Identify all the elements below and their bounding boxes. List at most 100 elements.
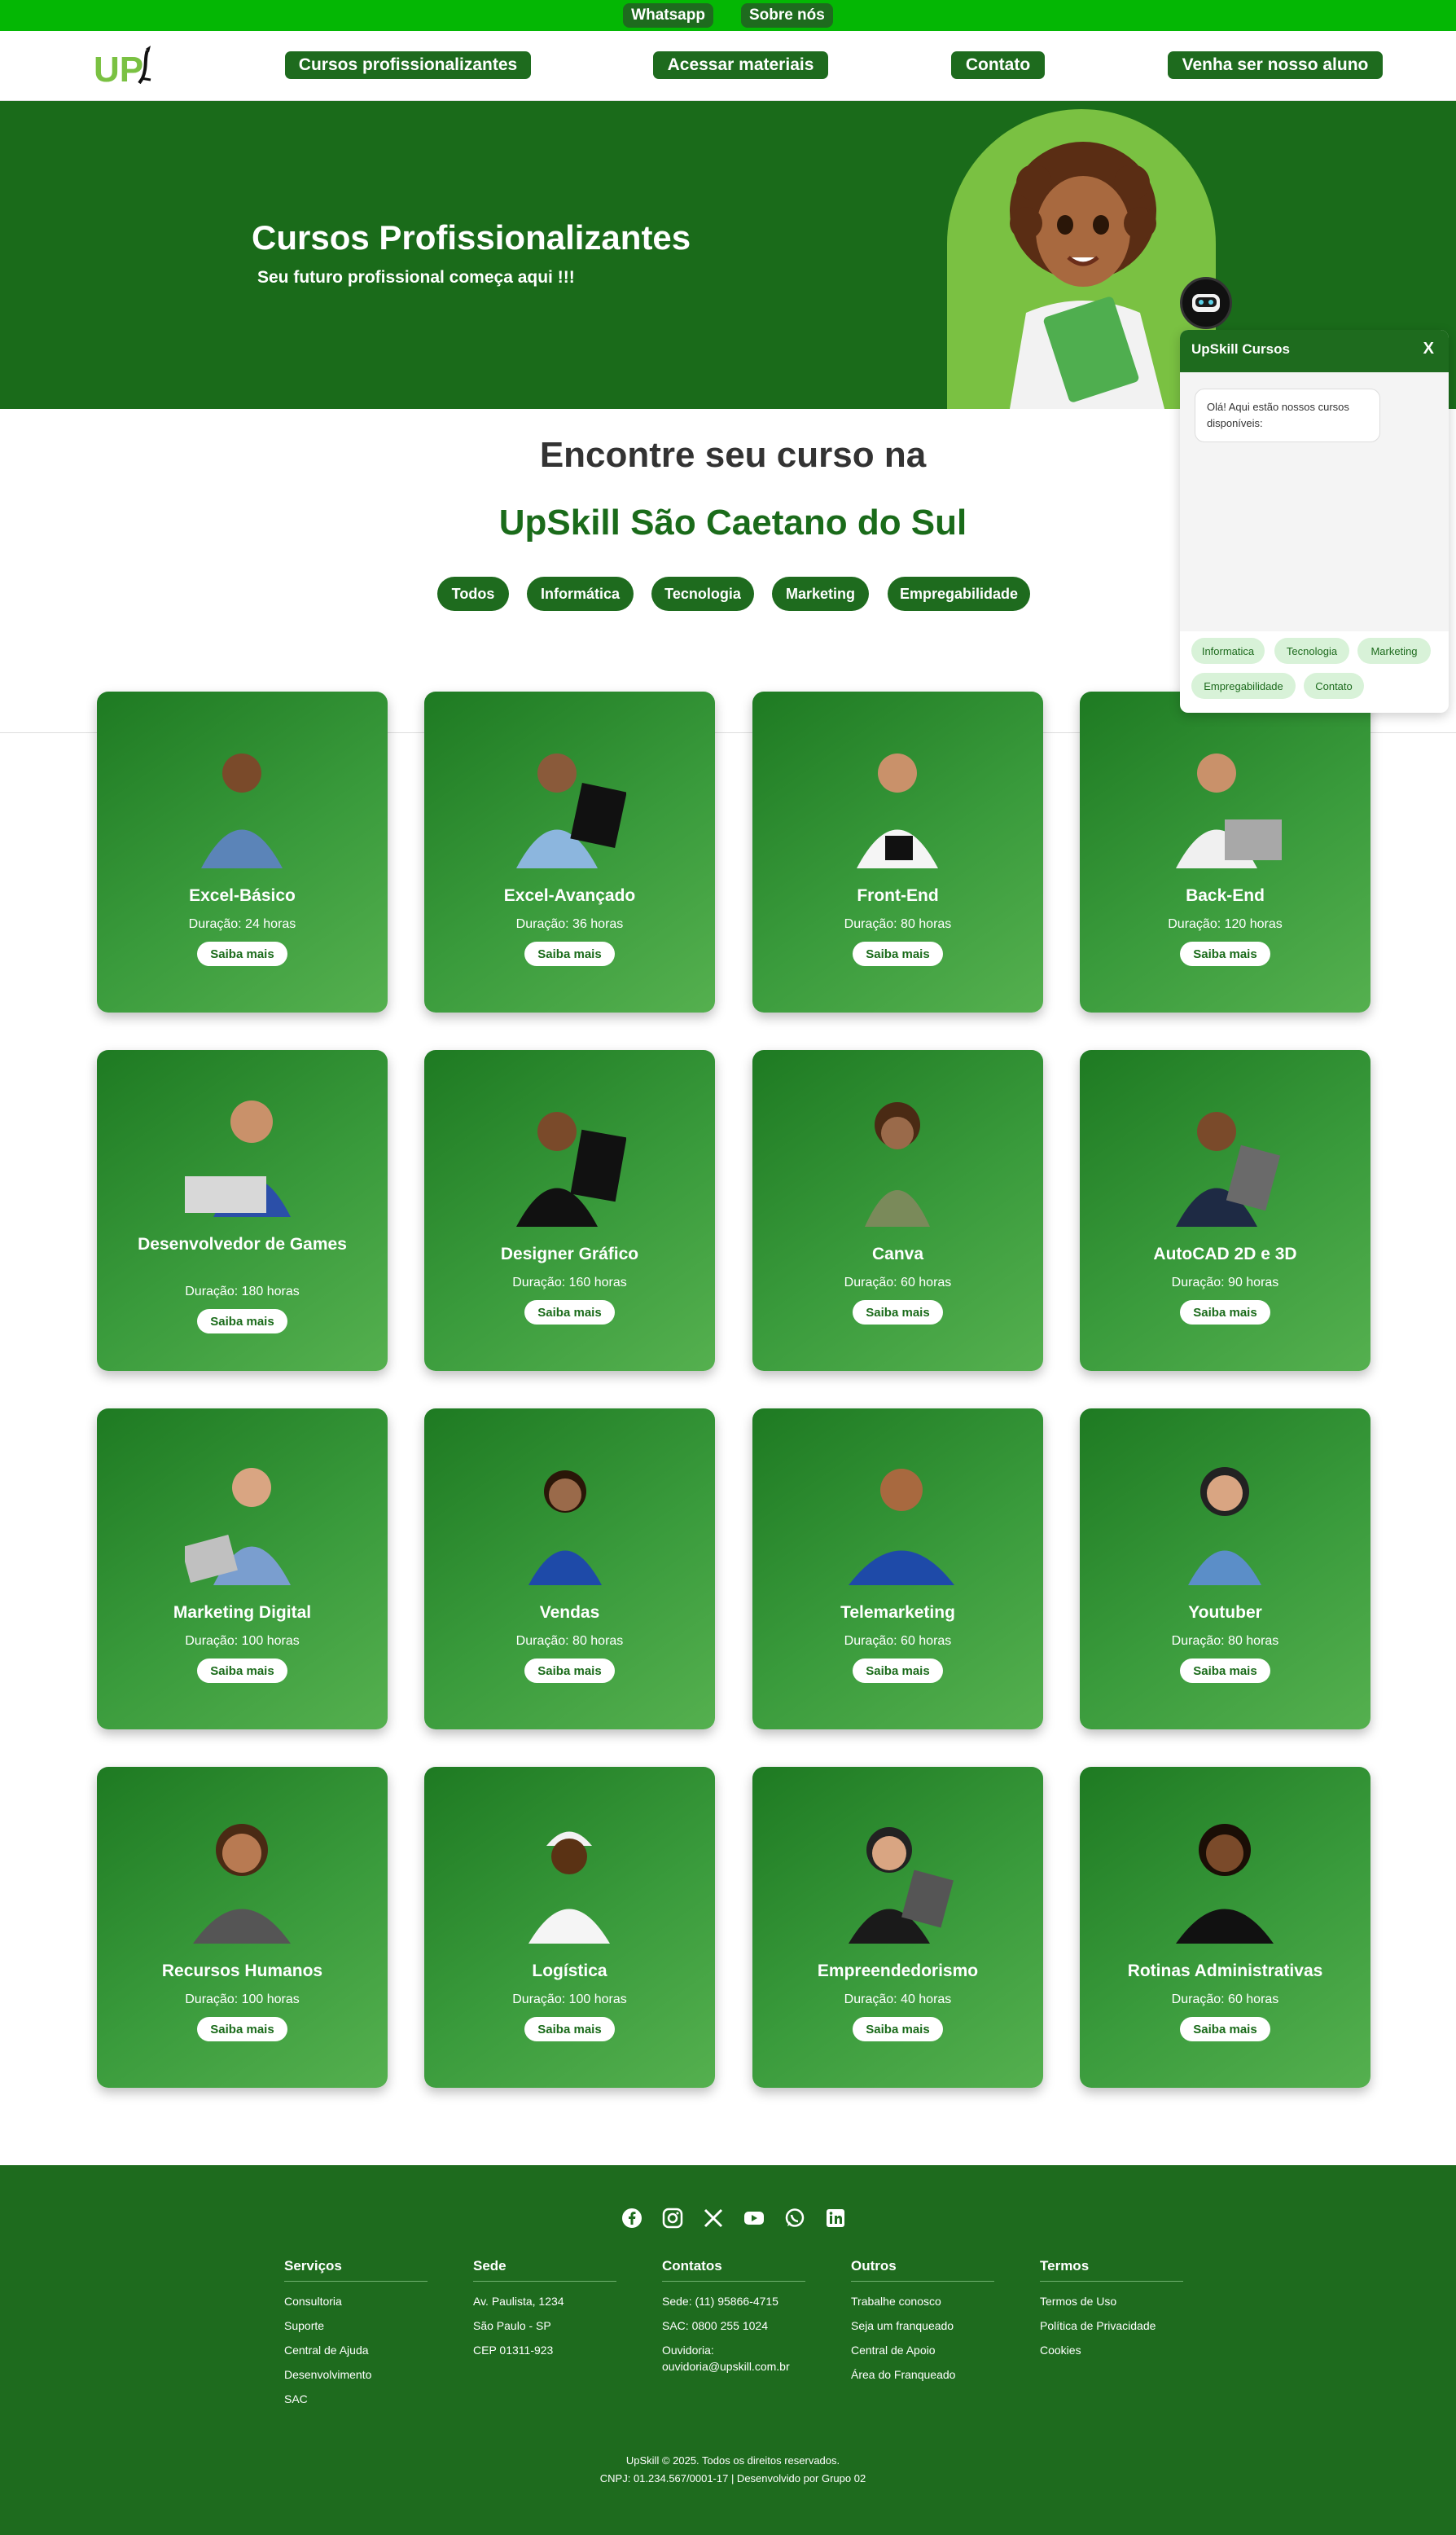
learn-more-button[interactable]: Saiba mais (197, 1309, 287, 1333)
footer-link[interactable]: Trabalhe conosco (851, 2293, 994, 2309)
chat-chip-contato[interactable]: Contato (1304, 673, 1364, 699)
filter-tecnologia[interactable]: Tecnologia (651, 577, 754, 611)
footer-text: São Paulo - SP (473, 2319, 551, 2332)
course-photo (516, 753, 626, 868)
copyright-text: UpSkill © 2025. Todos os direitos reserv… (625, 2454, 840, 2467)
footer-link[interactable]: Cookies (1040, 2342, 1183, 2358)
learn-more-button[interactable]: Saiba mais (197, 2017, 287, 2041)
learn-more-button[interactable]: Saiba mais (197, 942, 287, 966)
chat-messages[interactable]: Olá! Aqui estão nossos cursos disponívei… (1180, 372, 1449, 631)
course-title: Excel-Avançado (503, 886, 636, 905)
whatsapp-icon[interactable] (784, 2208, 805, 2229)
course-card[interactable]: Empreendedorismo Duração: 40 horas Saiba… (752, 1767, 1043, 2088)
filter-marketing[interactable]: Marketing (772, 577, 869, 611)
footer-column-contacts: Contatos Sede: (11) 95866-4715 SAC: 0800… (662, 2258, 805, 2383)
robot-icon (1192, 294, 1220, 312)
footer-link[interactable]: Central de Apoio (851, 2342, 994, 2358)
footer-text: SAC: 0800 255 1024 (662, 2319, 768, 2332)
course-duration: Duração: 100 horas (512, 1992, 627, 2006)
course-duration: Duração: 160 horas (512, 1276, 627, 1289)
footer-link[interactable]: Seja um franqueado (851, 2318, 994, 2334)
course-card[interactable]: Recursos Humanos Duração: 100 horas Saib… (97, 1767, 388, 2088)
footer-link[interactable]: Suporte (284, 2318, 428, 2334)
nav-courses[interactable]: Cursos profissionalizantes (285, 51, 531, 79)
chat-header: UpSkill Cursos X (1180, 330, 1449, 372)
course-duration: Duração: 40 horas (844, 1992, 952, 2006)
course-title: Vendas (539, 1603, 600, 1622)
footer-link[interactable]: Política de Privacidade (1040, 2318, 1183, 2334)
course-card[interactable]: Front-End Duração: 80 horas Saiba mais (752, 692, 1043, 1013)
learn-more-button[interactable]: Saiba mais (1180, 1300, 1270, 1325)
course-card[interactable]: Rotinas Administrativas Duração: 60 hora… (1080, 1767, 1370, 2088)
facebook-icon[interactable] (621, 2208, 642, 2229)
nav-materials[interactable]: Acessar materiais (653, 51, 828, 79)
learn-more-button[interactable]: Saiba mais (1180, 2017, 1270, 2041)
course-photo (516, 1112, 626, 1227)
learn-more-button[interactable]: Saiba mais (853, 1300, 943, 1325)
course-card[interactable]: Back-End Duração: 120 horas Saiba mais (1080, 692, 1370, 1013)
chatbot-toggle-button[interactable] (1180, 277, 1232, 329)
footer-link[interactable]: SAC (284, 2391, 428, 2407)
instagram-icon[interactable] (662, 2208, 683, 2229)
filter-all[interactable]: Todos (437, 577, 509, 611)
course-card[interactable]: Vendas Duração: 80 horas Saiba mais (424, 1408, 715, 1729)
footer-link[interactable]: Desenvolvimento (284, 2366, 428, 2383)
whatsapp-link[interactable]: Whatsapp (623, 3, 713, 28)
chat-chip-marketing[interactable]: Marketing (1357, 638, 1431, 664)
learn-more-button[interactable]: Saiba mais (853, 1659, 943, 1683)
footer-column-title: Contatos (662, 2258, 805, 2282)
linkedin-icon[interactable] (825, 2208, 846, 2229)
course-card[interactable]: Telemarketing Duração: 60 horas Saiba ma… (752, 1408, 1043, 1729)
course-title: Front-End (857, 886, 939, 905)
chat-close-button[interactable]: X (1423, 340, 1434, 358)
filter-empregabilidade[interactable]: Empregabilidade (888, 577, 1030, 611)
course-card[interactable]: Canva Duração: 60 horas Saiba mais (752, 1050, 1043, 1371)
course-card[interactable]: Excel-Básico Duração: 24 horas Saiba mai… (97, 692, 388, 1013)
course-photo (185, 1468, 291, 1585)
footer-text: Sede: (11) 95866-4715 (662, 2295, 778, 2308)
course-duration: Duração: 80 horas (844, 917, 952, 931)
footer-link[interactable]: Área do Franqueado (851, 2366, 994, 2383)
upskill-logo[interactable]: UP (92, 42, 160, 90)
filter-informatica[interactable]: Informática (527, 577, 634, 611)
footer-column-headquarters: Sede Av. Paulista, 1234 São Paulo - SP C… (473, 2258, 616, 2366)
footer-link[interactable]: Termos de Uso (1040, 2293, 1183, 2309)
course-duration: Duração: 36 horas (515, 917, 624, 931)
learn-more-button[interactable]: Saiba mais (524, 942, 615, 966)
course-card[interactable]: Designer Gráfico Duração: 160 horas Saib… (424, 1050, 715, 1371)
about-link[interactable]: Sobre nós (740, 3, 833, 28)
learn-more-button[interactable]: Saiba mais (197, 1659, 287, 1683)
footer-link[interactable]: Consultoria (284, 2293, 428, 2309)
x-icon[interactable] (703, 2208, 724, 2229)
hero-title: Cursos Profissionalizantes (252, 218, 691, 257)
footer-link[interactable]: Central de Ajuda (284, 2342, 428, 2358)
chat-chip-tecnologia[interactable]: Tecnologia (1274, 638, 1349, 664)
chat-chip-empregabilidade[interactable]: Empregabilidade (1191, 673, 1296, 699)
course-card[interactable]: AutoCAD 2D e 3D Duração: 90 horas Saiba … (1080, 1050, 1370, 1371)
learn-more-button[interactable]: Saiba mais (853, 2017, 943, 2041)
youtube-icon[interactable] (743, 2208, 765, 2229)
course-duration: Duração: 100 horas (185, 1634, 300, 1648)
course-card[interactable]: Logística Duração: 100 horas Saiba mais (424, 1767, 715, 2088)
nav-contact[interactable]: Contato (951, 51, 1045, 79)
learn-more-button[interactable]: Saiba mais (1180, 942, 1270, 966)
cnpj-text: CNPJ: 01.234.567/0001-17 | Desenvolvido … (599, 2472, 866, 2484)
nav-enroll[interactable]: Venha ser nosso aluno (1168, 51, 1383, 79)
course-photo (865, 1102, 930, 1227)
learn-more-button[interactable]: Saiba mais (524, 1659, 615, 1683)
learn-more-button[interactable]: Saiba mais (524, 2017, 615, 2041)
site-footer: Serviços Consultoria Suporte Central de … (0, 2165, 1456, 2535)
course-card[interactable]: Desenvolvedor de Games Duração: 180 hora… (97, 1050, 388, 1371)
footer-column-terms: Termos Termos de Uso Política de Privaci… (1040, 2258, 1183, 2366)
course-card[interactable]: Youtuber Duração: 80 horas Saiba mais (1080, 1408, 1370, 1729)
learn-more-button[interactable]: Saiba mais (853, 942, 943, 966)
course-card[interactable]: Marketing Digital Duração: 100 horas Sai… (97, 1408, 388, 1729)
course-photo (1176, 1112, 1281, 1227)
learn-more-button[interactable]: Saiba mais (1180, 1659, 1270, 1683)
course-title: Logística (532, 1962, 607, 1980)
course-card[interactable]: Excel-Avançado Duração: 36 horas Saiba m… (424, 692, 715, 1013)
footer-column-title: Outros (851, 2258, 994, 2282)
chat-chip-informatica[interactable]: Informatica (1191, 638, 1265, 664)
learn-more-button[interactable]: Saiba mais (524, 1300, 615, 1325)
course-duration: Duração: 80 horas (1171, 1634, 1279, 1648)
